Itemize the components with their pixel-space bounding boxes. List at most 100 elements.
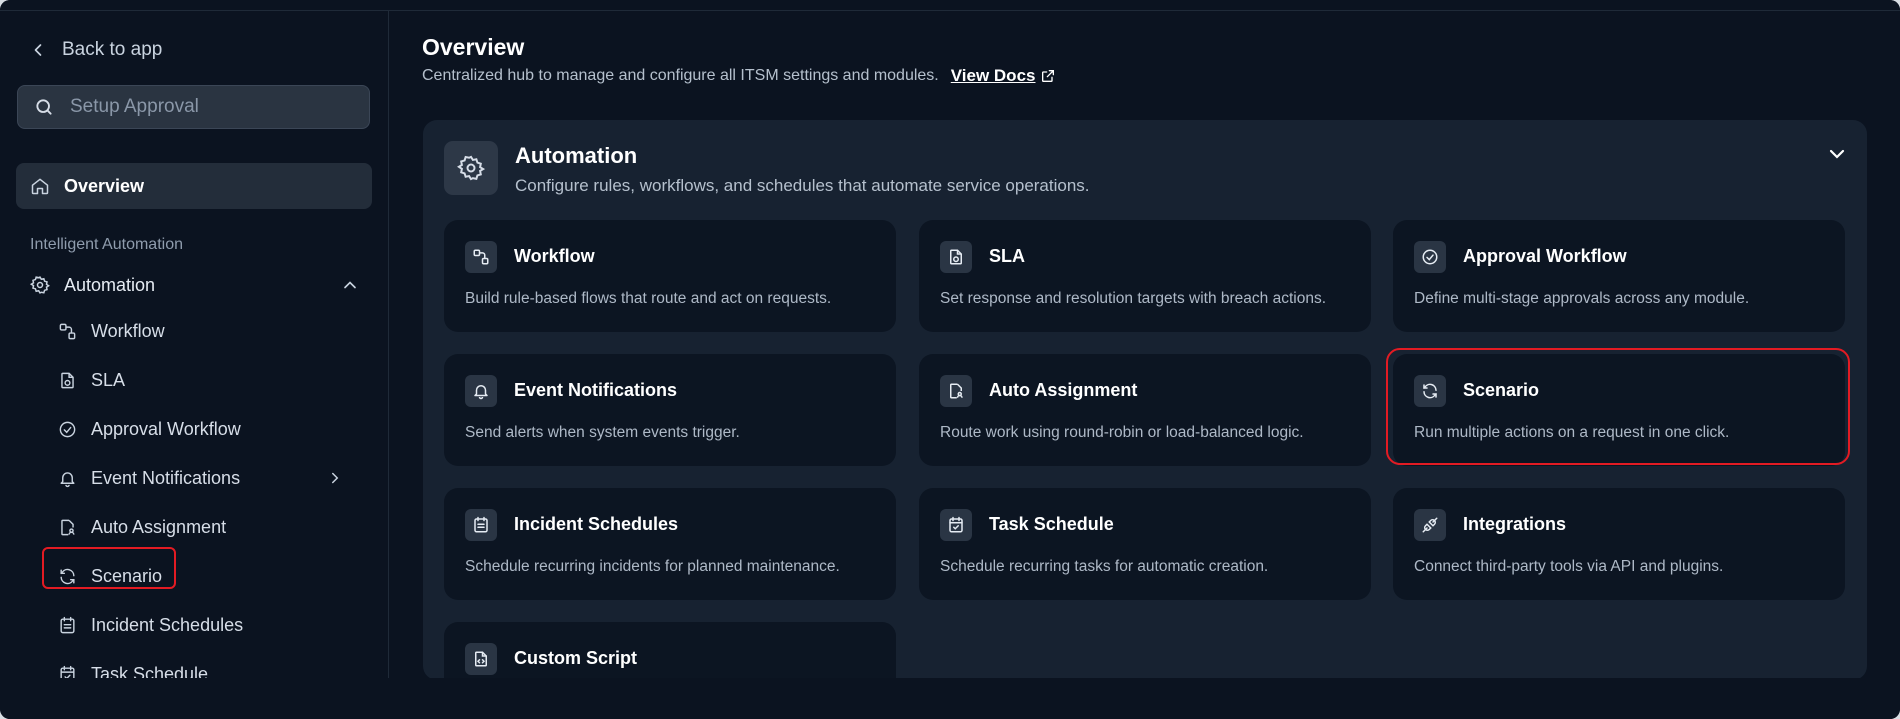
card-title: Approval Workflow xyxy=(1463,246,1627,266)
sidebar-item-sla[interactable]: SLA xyxy=(58,361,358,399)
chevron-right-icon xyxy=(332,472,339,484)
workflow-icon xyxy=(473,249,489,265)
card-title: Custom Script xyxy=(514,648,638,668)
gear-icon xyxy=(457,155,485,181)
search-input[interactable] xyxy=(68,95,352,119)
card-description: Schedule recurring incidents for planned… xyxy=(465,558,840,575)
card-description: Build rule-based flows that route and ac… xyxy=(465,290,832,307)
sla-icon xyxy=(61,372,74,388)
sidebar-item-incident-schedules[interactable]: Incident Schedules xyxy=(58,606,358,644)
sidebar-item-scenario[interactable]: Scenario xyxy=(58,557,358,595)
sidebar-item-automation[interactable]: Automation xyxy=(30,266,360,304)
card-icon-box xyxy=(1414,509,1446,541)
section-label: Intelligent Automation xyxy=(30,236,183,253)
sidebar-item-workflow[interactable]: Workflow xyxy=(58,312,358,350)
panel-title: Automation xyxy=(515,143,638,168)
card-description: Send alerts when system events trigger. xyxy=(465,424,740,441)
home-icon xyxy=(31,178,49,195)
card-icon-box xyxy=(940,375,972,407)
sidebar-item-label: Auto Assignment xyxy=(91,516,227,537)
sidebar-item-event-notifications[interactable]: Event Notifications xyxy=(58,459,358,497)
card-description: Run multiple actions on a request in one… xyxy=(1414,424,1730,441)
card-auto-assignment[interactable]: Auto Assignment Route work using round-r… xyxy=(919,354,1371,466)
card-icon-box xyxy=(465,643,497,675)
card-title: Incident Schedules xyxy=(514,514,679,534)
sidebar-item-label: Approval Workflow xyxy=(91,418,241,439)
sidebar-item-label: Event Notifications xyxy=(91,467,241,488)
refresh-icon xyxy=(1423,383,1437,399)
sidebar-item-label: SLA xyxy=(91,369,126,390)
card-title: SLA xyxy=(989,246,1025,266)
card-task-schedule[interactable]: Task Schedule Schedule recurring tasks f… xyxy=(919,488,1371,600)
check-circle-icon xyxy=(1422,249,1438,265)
automation-panel: Automation Configure rules, workflows, a… xyxy=(423,120,1867,680)
card-integrations[interactable]: Integrations Connect third-party tools v… xyxy=(1393,488,1845,600)
card-title: Scenario xyxy=(1463,380,1540,400)
card-icon-box xyxy=(940,509,972,541)
card-scenario[interactable]: Scenario Run multiple actions on a reque… xyxy=(1393,354,1845,466)
card-description: Set response and resolution targets with… xyxy=(940,290,1327,307)
card-custom-script[interactable]: Custom Script xyxy=(444,622,896,680)
card-title: Event Notifications xyxy=(514,380,678,400)
script-icon xyxy=(475,651,487,667)
sidebar: Back to app Overview Intelligent Automat… xyxy=(0,10,389,684)
card-event-notifications[interactable]: Event Notifications Send alerts when sys… xyxy=(444,354,896,466)
sidebar-item-label: Workflow xyxy=(91,320,165,341)
card-title: Integrations xyxy=(1463,514,1567,534)
panel-icon-box xyxy=(444,141,498,195)
automation-label: Automation xyxy=(64,274,156,295)
card-approval-workflow[interactable]: Approval Workflow Define multi-stage app… xyxy=(1393,220,1845,332)
card-title: Workflow xyxy=(514,246,595,266)
panel-description: Configure rules, workflows, and schedule… xyxy=(515,176,1090,195)
card-title: Auto Assignment xyxy=(989,380,1138,400)
refresh-icon xyxy=(60,568,75,584)
card-workflow[interactable]: Workflow Build rule-based flows that rou… xyxy=(444,220,896,332)
search-icon xyxy=(36,99,52,115)
sla-icon xyxy=(950,249,962,265)
sidebar-item-label: Incident Schedules xyxy=(91,614,244,635)
card-description: Schedule recurring tasks for automatic c… xyxy=(940,558,1269,575)
back-label: Back to app xyxy=(62,39,163,60)
card-description: Connect third-party tools via API and pl… xyxy=(1414,558,1724,575)
gear-icon xyxy=(30,276,50,294)
card-icon-box xyxy=(1414,241,1446,273)
page-subtitle: Centralized hub to manage and configure … xyxy=(422,66,1056,86)
card-icon-box xyxy=(465,241,497,273)
calendar-list-icon xyxy=(60,616,75,633)
card-description: Route work using round-robin or load-bal… xyxy=(940,424,1304,441)
plug-icon xyxy=(1422,517,1438,533)
check-circle-icon xyxy=(59,421,76,437)
external-link-icon xyxy=(1042,70,1055,82)
card-icon-box xyxy=(465,375,497,407)
bell-icon xyxy=(60,471,75,487)
card-icon-box xyxy=(940,241,972,273)
card-icon-box xyxy=(1414,375,1446,407)
back-to-app-link[interactable]: Back to app xyxy=(28,34,162,66)
sidebar-item-label: Scenario xyxy=(91,565,163,586)
view-docs-label: View Docs xyxy=(950,66,1036,85)
card-description: Define multi-stage approvals across any … xyxy=(1414,290,1750,307)
file-user-icon xyxy=(950,383,963,399)
card-incident-schedules[interactable]: Incident Schedules Schedule recurring in… xyxy=(444,488,896,600)
file-user-icon xyxy=(61,519,75,535)
overview-label: Overview xyxy=(64,175,145,196)
subtitle-text: Centralized hub to manage and configure … xyxy=(422,67,939,84)
bottom-bar xyxy=(0,678,1900,719)
app-window: Back to app Overview Intelligent Automat… xyxy=(0,0,1900,719)
card-title: Task Schedule xyxy=(989,514,1114,534)
view-docs-link[interactable]: View Docs xyxy=(951,66,1057,86)
workflow-icon xyxy=(59,323,76,339)
card-icon-box xyxy=(465,509,497,541)
sidebar-item-overview[interactable]: Overview xyxy=(16,163,372,209)
calendar-check-icon xyxy=(949,516,963,533)
calendar-list-icon xyxy=(474,516,488,533)
chevron-left-icon xyxy=(34,44,42,56)
bell-icon xyxy=(474,385,488,400)
sidebar-item-approval-workflow[interactable]: Approval Workflow xyxy=(58,410,358,448)
chevron-down-icon[interactable] xyxy=(1825,142,1849,166)
sidebar-item-auto-assignment[interactable]: Auto Assignment xyxy=(58,508,358,546)
page-title: Overview xyxy=(422,34,525,60)
search-box[interactable] xyxy=(17,85,370,129)
chevron-up-icon xyxy=(344,281,356,289)
card-sla[interactable]: SLA Set response and resolution targets … xyxy=(919,220,1371,332)
